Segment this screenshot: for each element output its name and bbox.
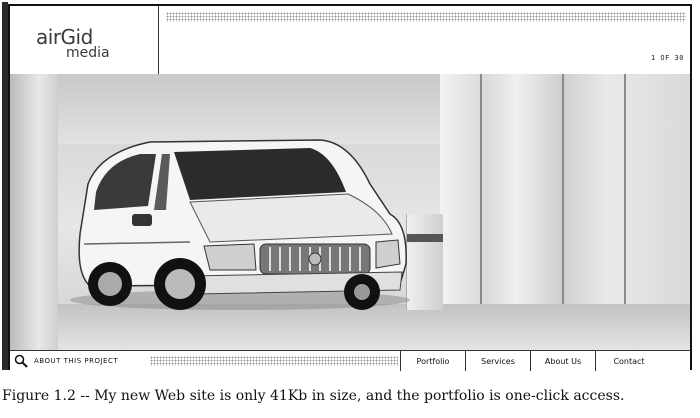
figure-caption: Figure 1.2 -- My new Web site is only 41… <box>2 388 625 404</box>
nav-portfolio[interactable]: Portfolio <box>400 351 465 371</box>
nav-contact[interactable]: Contact <box>595 351 662 371</box>
left-pillar <box>10 74 58 350</box>
magnifier-icon <box>14 354 28 368</box>
nav-about-us[interactable]: About Us <box>530 351 595 371</box>
nav-services[interactable]: Services <box>465 351 530 371</box>
main-nav: Portfolio Services About Us Contact <box>400 351 662 371</box>
bottom-nav-bar: ABOUT THIS PROJECT Portfolio Services Ab… <box>10 350 690 371</box>
hero-image <box>10 74 690 350</box>
about-project-label: ABOUT THIS PROJECT <box>34 357 119 365</box>
site-logo[interactable]: airGid media <box>36 27 110 61</box>
about-project-link[interactable]: ABOUT THIS PROJECT <box>14 353 118 369</box>
dotted-divider <box>166 12 686 22</box>
site-header: airGid media 1 OF 30 <box>10 6 690 75</box>
door-edge <box>624 74 626 314</box>
logo-area[interactable]: airGid media <box>10 6 159 74</box>
logo-subtitle: media <box>66 45 110 61</box>
website-frame: airGid media 1 OF 30 ABOUT THIS PROJECT … <box>2 2 692 371</box>
slide-counter: 1 OF 30 <box>650 54 684 62</box>
door-edge <box>480 74 482 314</box>
door-edge <box>562 74 564 314</box>
dotted-divider <box>150 356 398 366</box>
minivan-image <box>70 139 410 310</box>
